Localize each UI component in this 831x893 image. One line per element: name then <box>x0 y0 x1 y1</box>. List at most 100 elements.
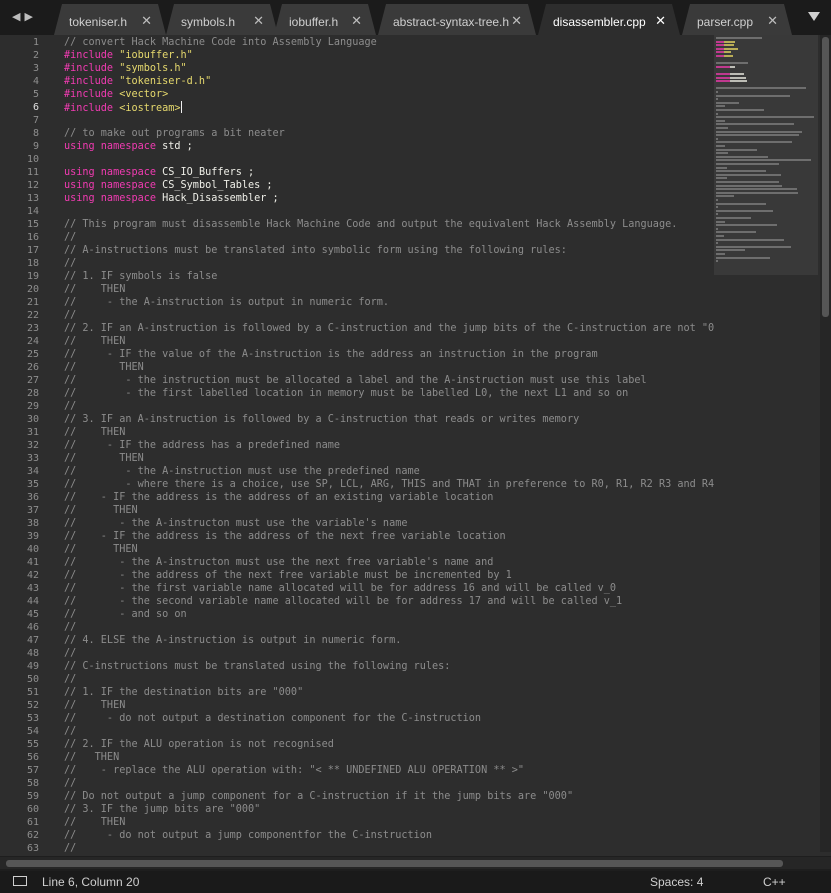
tab-tokeniser-h[interactable]: tokeniser.h ✕ <box>54 4 166 35</box>
vertical-scroll-thumb[interactable] <box>822 37 829 317</box>
code-token: // - the address of the next free variab… <box>64 570 512 581</box>
code-line[interactable]: // - the A-instructon must use the next … <box>64 556 493 569</box>
tab-list-dropdown-icon[interactable] <box>808 12 820 21</box>
forward-arrow-icon[interactable]: ▶ <box>24 11 36 23</box>
close-icon[interactable]: ✕ <box>655 13 666 29</box>
minimap-line <box>716 44 724 47</box>
tab-parser-cpp[interactable]: parser.cpp ✕ <box>682 4 792 35</box>
code-line[interactable]: #include "iobuffer.h" <box>64 49 193 62</box>
code-area[interactable]: // convert Hack Machine Code into Assemb… <box>64 35 714 852</box>
horizontal-scrollbar[interactable] <box>0 857 831 869</box>
code-line[interactable]: // <box>64 621 76 634</box>
code-line[interactable]: // - the A-instruction is output in nume… <box>64 296 389 309</box>
code-line[interactable]: // THEN <box>64 335 125 348</box>
code-line[interactable]: // <box>64 725 76 738</box>
close-icon[interactable]: ✕ <box>351 13 362 29</box>
code-line[interactable]: // 1. IF the destination bits are "000" <box>64 686 303 699</box>
horizontal-scroll-thumb[interactable] <box>6 860 783 867</box>
code-line[interactable]: // 1. IF symbols is false <box>64 270 217 283</box>
code-line[interactable]: // - and so on <box>64 608 187 621</box>
code-line[interactable]: // 2. IF the ALU operation is not recogn… <box>64 738 334 751</box>
code-line[interactable]: // A-instructions must be translated int… <box>64 244 567 257</box>
vertical-scrollbar[interactable] <box>820 35 831 852</box>
code-line[interactable]: // - the second variable name allocated … <box>64 595 622 608</box>
back-arrow-icon[interactable]: ◀ <box>12 11 24 23</box>
code-line[interactable]: // C-instructions must be translated usi… <box>64 660 450 673</box>
code-line[interactable]: // THEN <box>64 361 144 374</box>
tab-abstract-syntax-tree-h[interactable]: abstract-syntax-tree.h ✕ <box>378 4 536 35</box>
cursor-position: Line 6, Column 20 <box>42 875 140 889</box>
indentation-setting[interactable]: Spaces: 4 <box>650 875 703 889</box>
code-line[interactable]: // - replace the ALU operation with: "< … <box>64 764 524 777</box>
code-line[interactable]: // <box>64 400 76 413</box>
code-line[interactable]: // THEN <box>64 452 144 465</box>
code-line[interactable]: // THEN <box>64 504 138 517</box>
code-line[interactable]: // - IF the address is the address of an… <box>64 491 493 504</box>
minimap[interactable] <box>714 35 818 852</box>
code-line[interactable]: // THEN <box>64 816 125 829</box>
code-line[interactable]: using namespace CS_Symbol_Tables ; <box>64 179 273 192</box>
code-token: // - IF the address is the address of an… <box>64 492 494 503</box>
code-line[interactable]: // <box>64 231 76 244</box>
tab-disassembler-cpp[interactable]: disassembler.cpp ✕ <box>538 4 680 35</box>
code-line[interactable]: // - the instruction must be allocated a… <box>64 374 647 387</box>
minimap-line <box>716 51 724 54</box>
code-line[interactable]: // - the A-instructon must use the varia… <box>64 517 407 530</box>
code-line[interactable]: // THEN <box>64 751 119 764</box>
code-line[interactable]: using namespace CS_IO_Buffers ; <box>64 166 254 179</box>
code-line[interactable]: // - where there is a choice, use SP, LC… <box>64 478 714 491</box>
code-line[interactable]: // - do not output a destination compone… <box>64 712 481 725</box>
close-icon[interactable]: ✕ <box>511 13 522 29</box>
tab-iobuffer-h[interactable]: iobuffer.h ✕ <box>274 4 376 35</box>
code-line[interactable]: // - the address of the next free variab… <box>64 569 512 582</box>
code-line[interactable]: // - the first labelled location in memo… <box>64 387 628 400</box>
line-number: 62 <box>26 830 39 841</box>
line-number: 26 <box>26 362 39 373</box>
code-line[interactable]: // THEN <box>64 543 138 556</box>
close-icon[interactable]: ✕ <box>141 13 152 29</box>
code-line[interactable]: // <box>64 842 76 852</box>
code-line[interactable]: // to make out programs a bit neater <box>64 127 285 140</box>
line-number: 57 <box>26 765 39 776</box>
minimap-line <box>716 188 797 191</box>
line-number: 16 <box>26 232 39 243</box>
minimap-line <box>716 195 734 198</box>
code-line[interactable]: // - IF the value of the A-instruction i… <box>64 348 598 361</box>
code-line[interactable]: // - IF the address has a predefined nam… <box>64 439 340 452</box>
code-line[interactable]: // - IF the address is the address of th… <box>64 530 506 543</box>
code-line[interactable]: // Do not output a jump component for a … <box>64 790 573 803</box>
code-line[interactable]: #include "tokeniser-d.h" <box>64 75 211 88</box>
code-line[interactable]: #include <vector> <box>64 88 168 101</box>
code-line[interactable]: using namespace Hack_Disassembler ; <box>64 192 279 205</box>
code-line[interactable]: // 3. IF the jump bits are "000" <box>64 803 260 816</box>
code-line[interactable]: // convert Hack Machine Code into Assemb… <box>64 36 377 49</box>
code-line[interactable]: // THEN <box>64 283 125 296</box>
code-line[interactable]: #include "symbols.h" <box>64 62 187 75</box>
line-number: 45 <box>26 609 39 620</box>
panel-toggle-icon[interactable] <box>13 876 27 886</box>
code-line[interactable]: // THEN <box>64 426 125 439</box>
close-icon[interactable]: ✕ <box>767 13 778 29</box>
code-line[interactable]: // 4. ELSE the A-instruction is output i… <box>64 634 401 647</box>
code-line[interactable]: // - the A-instruction must use the pred… <box>64 465 420 478</box>
code-line[interactable]: // 2. IF an A-instruction is followed by… <box>64 322 714 335</box>
code-line[interactable]: // <box>64 673 76 686</box>
close-icon[interactable]: ✕ <box>253 13 264 29</box>
code-line[interactable]: using namespace std ; <box>64 140 193 153</box>
code-token: // 4. ELSE the A-instruction is output i… <box>64 635 402 646</box>
code-line[interactable]: // - the first variable name allocated w… <box>64 582 616 595</box>
code-line[interactable]: // - do not output a jump componentfor t… <box>64 829 432 842</box>
code-line[interactable]: // <box>64 777 76 790</box>
code-line[interactable]: // THEN <box>64 699 125 712</box>
tab-symbols-h[interactable]: symbols.h ✕ <box>166 4 278 35</box>
editor-pane[interactable]: 1 2 3 4 5 6 7 8 9 10 11 12 13 14 15 16 17 18 19 20 21 22 23 24 2… <box>0 35 831 856</box>
code-line[interactable]: #include <iostream> <box>64 101 182 115</box>
code-line[interactable]: // This program must disassemble Hack Ma… <box>64 218 677 231</box>
code-token: // THEN <box>64 544 138 555</box>
code-line[interactable]: // <box>64 647 76 660</box>
code-line[interactable]: // 3. IF an A-instruction is followed by… <box>64 413 579 426</box>
syntax-selector[interactable]: C++ <box>763 875 786 889</box>
code-line[interactable]: // <box>64 257 76 270</box>
code-token: #include <box>64 89 120 100</box>
code-line[interactable]: // <box>64 309 76 322</box>
